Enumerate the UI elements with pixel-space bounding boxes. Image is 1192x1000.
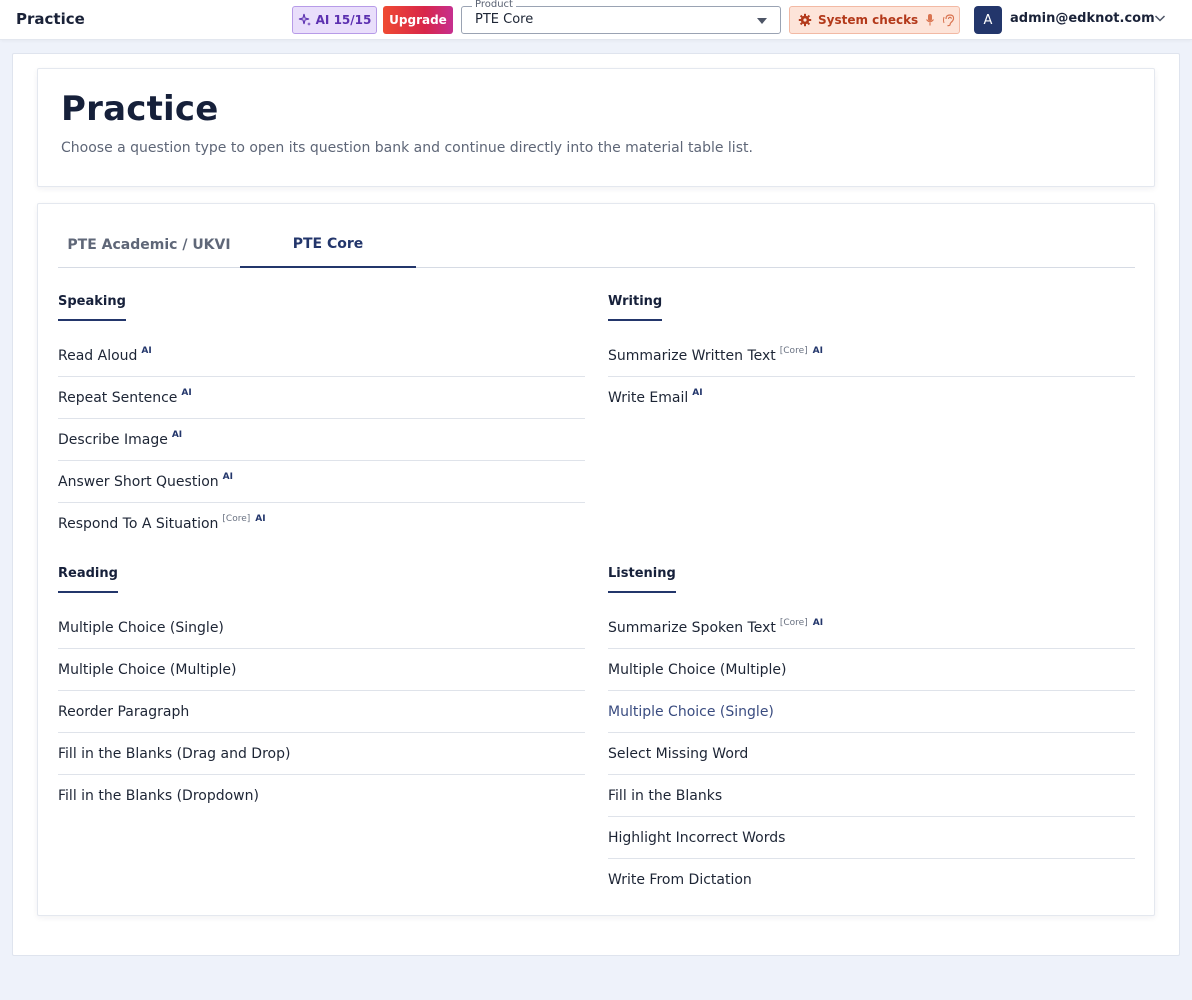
page-title: Practice xyxy=(61,89,219,129)
upgrade-button[interactable]: Upgrade xyxy=(383,6,453,34)
question-type-label: Respond To A Situation xyxy=(58,516,219,532)
section-listening: Listening Summarize Spoken Text [Core] AI M… xyxy=(608,562,1135,901)
app-title: Practice xyxy=(16,10,85,28)
question-type-label: Read Aloud xyxy=(58,347,138,364)
chevron-down-icon[interactable] xyxy=(1152,10,1168,26)
question-type-item[interactable]: Repeat Sentence AI xyxy=(58,377,585,419)
section-reading: Reading Multiple Choice (Single) Multiple… xyxy=(58,562,585,817)
product-select-value: PTE Core xyxy=(475,12,534,27)
question-type-tags: AI xyxy=(172,430,182,440)
question-type-tags: AI xyxy=(141,346,151,356)
question-type-list: Summarize Written Text [Core] AI Write Emai… xyxy=(608,335,1135,419)
question-type-item[interactable]: Write Email AI xyxy=(608,377,1135,419)
product-select[interactable]: Product PTE Core xyxy=(461,0,781,34)
question-type-item[interactable]: Read Aloud AI xyxy=(58,335,585,377)
product-tabs: PTE Academic / UKVI PTE Core xyxy=(58,222,1135,268)
question-type-label: Reorder Paragraph xyxy=(58,703,190,720)
question-type-item[interactable]: Summarize Written Text [Core] AI xyxy=(608,335,1135,377)
question-type-item[interactable]: Multiple Choice (Multiple) xyxy=(608,649,1135,691)
page-subtitle: Choose a question type to open its quest… xyxy=(61,140,753,156)
question-type-label: Select Missing Word xyxy=(608,745,749,762)
page-header-card: Practice Choose a question type to open … xyxy=(37,68,1155,187)
question-types-card: PTE Academic / UKVI PTE Core Speaking Re… xyxy=(37,203,1155,916)
system-checks-label: System checks xyxy=(818,13,919,27)
section-speaking: Speaking Read Aloud AI Repeat Sentence AI De… xyxy=(58,290,585,545)
question-type-item[interactable]: Fill in the Blanks (Dropdown) xyxy=(58,775,585,817)
gear-icon xyxy=(798,13,812,27)
question-type-item[interactable]: Write From Dictation xyxy=(608,859,1135,901)
tab-pte-core[interactable]: PTE Core xyxy=(240,222,416,268)
question-type-item[interactable]: Describe Image AI xyxy=(58,419,585,461)
question-type-item[interactable]: Fill in the Blanks (Drag and Drop) xyxy=(58,733,585,775)
question-type-tags: AI xyxy=(181,388,191,398)
question-type-item[interactable]: Multiple Choice (Single) xyxy=(608,691,1135,733)
ai-tag: AI xyxy=(181,387,192,398)
question-type-label: Fill in the Blanks xyxy=(608,787,723,804)
section-title: Writing xyxy=(608,294,663,321)
question-type-item[interactable]: Reorder Paragraph xyxy=(58,691,585,733)
question-type-label: Multiple Choice (Single) xyxy=(58,619,224,636)
question-type-tags: AI xyxy=(223,472,233,482)
section-title: Listening xyxy=(608,566,676,593)
question-type-tags: [Core] AI xyxy=(222,514,265,524)
question-type-list: Multiple Choice (Single) Multiple Choice … xyxy=(58,607,585,817)
ai-credits-chip[interactable]: AI 15/15 xyxy=(292,6,377,34)
section-title: Reading xyxy=(58,566,118,593)
core-tag: [Core] xyxy=(779,345,808,356)
question-type-tags: [Core] AI xyxy=(780,618,823,628)
core-tag: [Core] xyxy=(779,617,808,628)
question-type-item[interactable]: Select Missing Word xyxy=(608,733,1135,775)
question-type-item[interactable]: Multiple Choice (Single) xyxy=(58,607,585,649)
microphone-icon xyxy=(926,14,935,26)
system-checks-button[interactable]: System checks xyxy=(789,6,960,34)
question-type-item[interactable]: Answer Short Question AI xyxy=(58,461,585,503)
dropdown-caret-icon xyxy=(757,18,767,24)
question-type-list: Summarize Spoken Text [Core] AI Multiple Ch… xyxy=(608,607,1135,901)
question-type-list: Read Aloud AI Repeat Sentence AI Describe Im… xyxy=(58,335,585,545)
question-type-label: Highlight Incorrect Words xyxy=(608,829,786,846)
question-type-item[interactable]: Multiple Choice (Multiple) xyxy=(58,649,585,691)
question-type-label: Fill in the Blanks (Dropdown) xyxy=(58,788,259,804)
top-bar: Practice AI 15/15 Upgrade Product PTE Co… xyxy=(0,0,1192,40)
question-type-label: Summarize Spoken Text xyxy=(608,619,776,636)
question-type-label: Multiple Choice (Multiple) xyxy=(58,661,237,678)
ai-tag: AI xyxy=(812,345,823,356)
question-type-label: Repeat Sentence xyxy=(58,389,178,406)
question-type-item[interactable]: Fill in the Blanks xyxy=(608,775,1135,817)
tab-pte-academic-ukvi[interactable]: PTE Academic / UKVI xyxy=(58,222,240,268)
ai-tag: AI xyxy=(255,514,266,524)
question-type-label: Answer Short Question xyxy=(58,473,219,490)
core-tag: [Core] xyxy=(222,514,251,524)
question-type-label: Describe Image xyxy=(58,431,168,448)
sparkles-icon xyxy=(298,13,311,26)
ai-tag: AI xyxy=(141,345,152,356)
product-select-label: Product xyxy=(472,0,516,11)
avatar[interactable]: A xyxy=(974,6,1002,34)
question-type-label: Write From Dictation xyxy=(608,872,752,888)
question-type-tags: AI xyxy=(692,388,702,398)
question-type-item[interactable]: Respond To A Situation [Core] AI xyxy=(58,503,585,545)
question-type-label: Multiple Choice (Multiple) xyxy=(608,661,787,678)
ai-tag: AI xyxy=(222,471,233,482)
question-type-item[interactable]: Summarize Spoken Text [Core] AI xyxy=(608,607,1135,649)
question-type-tags: [Core] AI xyxy=(780,346,823,356)
question-type-label: Write Email xyxy=(608,390,689,406)
ai-credits-label: AI 15/15 xyxy=(315,13,372,27)
ear-icon xyxy=(943,14,955,27)
section-title: Speaking xyxy=(58,294,126,321)
question-type-label: Fill in the Blanks (Drag and Drop) xyxy=(58,745,291,762)
ai-tag: AI xyxy=(692,388,703,398)
ai-tag: AI xyxy=(171,429,183,440)
question-type-label: Summarize Written Text xyxy=(608,347,776,364)
user-email[interactable]: admin@edknot.com xyxy=(1010,11,1155,26)
question-type-label: Multiple Choice (Single) xyxy=(608,703,774,720)
ai-tag: AI xyxy=(812,617,824,628)
question-type-item[interactable]: Highlight Incorrect Words xyxy=(608,817,1135,859)
section-writing: Writing Summarize Written Text [Core] AI Wr… xyxy=(608,290,1135,419)
